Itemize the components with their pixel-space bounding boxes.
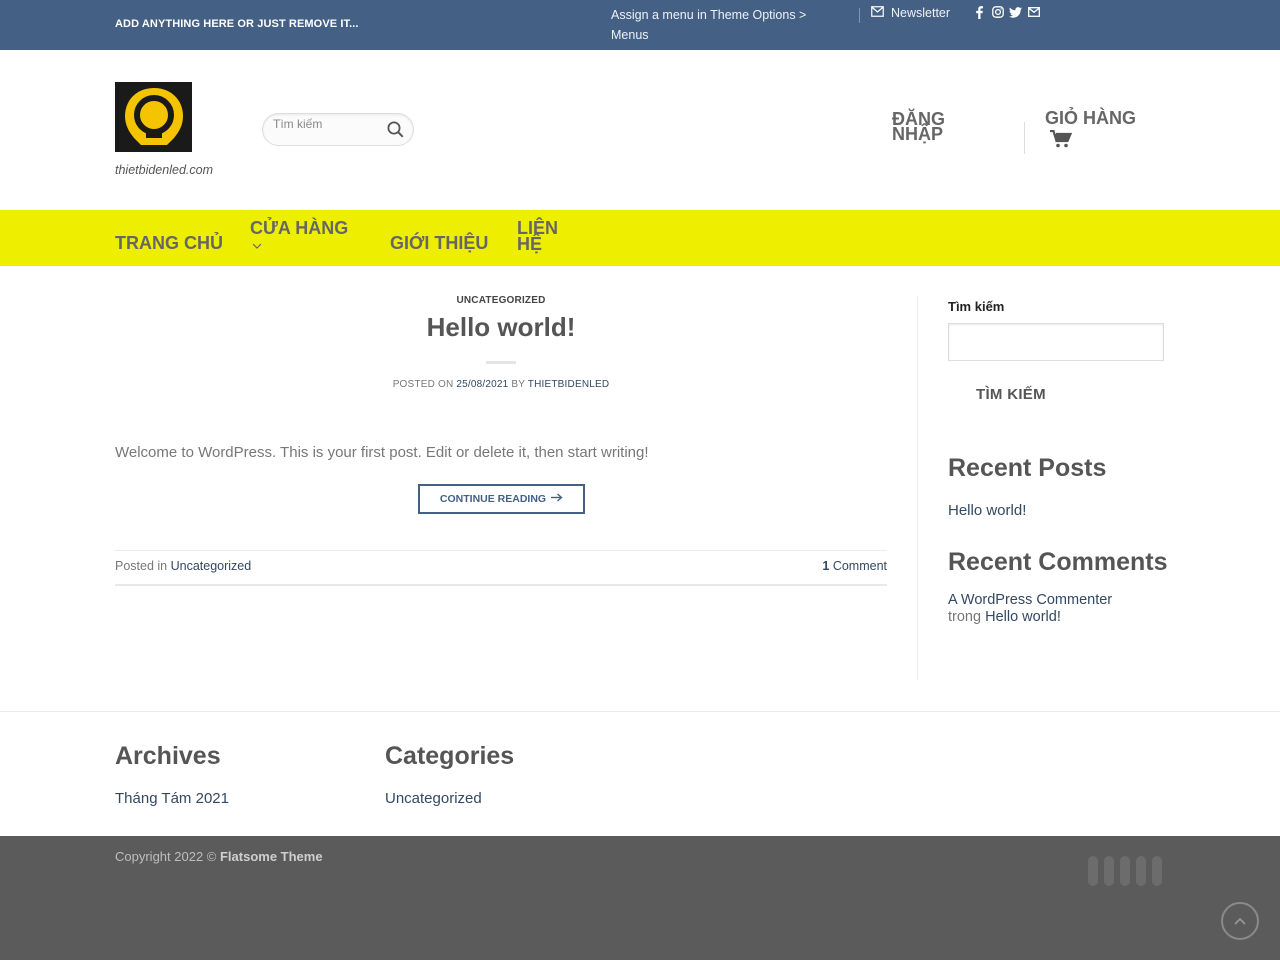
recent-comment-item: A WordPress Commenter trong Hello world! [948,592,1112,626]
by-label: BY [511,379,525,390]
main-nav: TRANG CHỦ CỬA HÀNG GIỚI THIỆU LIÊN HỆ [0,210,1280,266]
comment-post-link[interactable]: Hello world! [985,609,1061,625]
recent-post-link[interactable]: Hello world! [948,502,1026,519]
posted-on-label: POSTED ON [392,379,454,390]
copyright-prefix: Copyright 2022 © [115,849,217,864]
mail-icon[interactable] [1027,5,1040,19]
continue-reading-label: CONTINUE READING [439,493,547,505]
nav-item-about[interactable]: GIỚI THIỆU [390,234,488,252]
assign-menu-link[interactable]: Assign a menu in Theme Options > Menus [611,5,841,45]
site-header: thietbidenled.com ĐĂNG NHẬP GIỎ HÀNG [0,50,1280,210]
posted-in: Posted in Uncategorized [115,559,251,573]
footer-divider [0,711,1280,712]
sidebar-search-button[interactable]: TÌM KIẾM [976,386,1046,403]
payment-icon [1104,856,1114,886]
comment-label: Comment [832,559,887,573]
post-title[interactable]: Hello world! [0,312,1002,343]
post-footer-divider [115,550,887,551]
chevron-up-icon [1234,912,1246,930]
newsletter-label: Newsletter [891,6,951,20]
categories-link[interactable]: Uncategorized [385,790,482,807]
site-name[interactable]: thietbidenled.com [115,163,213,177]
facebook-icon[interactable] [973,5,986,19]
comment-connector: trong [948,609,982,625]
post-category[interactable]: UNCATEGORIZED [0,295,1002,306]
top-bar-divider [859,8,860,23]
posted-in-category-link[interactable]: Uncategorized [171,559,252,573]
newsletter-link[interactable]: Newsletter [871,6,950,20]
chevron-down-icon[interactable] [252,240,262,252]
header-divider [1024,122,1025,154]
copyright: Copyright 2022 © Flatsome Theme [115,849,323,864]
nav-item-contact[interactable]: LIÊN HỆ [517,219,562,253]
envelope-icon [871,6,884,20]
back-to-top-button[interactable] [1221,902,1259,940]
absolute-footer: Copyright 2022 © Flatsome Theme [0,836,1280,960]
payment-icon [1152,856,1162,886]
twitter-icon[interactable] [1009,5,1022,19]
post-author-link[interactable]: THIETBIDENLED [528,379,610,390]
categories-heading: Categories [385,742,515,770]
nav-item-shop[interactable]: CỬA HÀNG [250,219,348,237]
payment-icon [1120,856,1130,886]
top-bar-promo-text: ADD ANYTHING HERE OR JUST REMOVE IT... [115,18,359,30]
recent-posts-heading: Recent Posts [948,454,1107,482]
archives-link[interactable]: Tháng Tám 2021 [115,790,229,807]
recent-comments-heading: Recent Comments [948,548,1168,576]
continue-reading-button[interactable]: CONTINUE READING [418,484,585,514]
payment-icons [1088,856,1162,886]
post-meta: POSTED ON 25/08/2021 BY THIETBIDENLED [0,379,1002,390]
post-footer-divider-bottom [115,584,887,586]
instagram-icon[interactable] [991,5,1004,19]
sidebar-search-label: Tìm kiếm [948,299,1005,314]
payment-icon [1136,856,1146,886]
title-divider [486,361,516,364]
nav-item-home[interactable]: TRANG CHỦ [115,234,223,252]
search-icon[interactable] [387,121,404,143]
cart-icon[interactable] [1050,129,1073,153]
header-search-input[interactable] [273,117,378,131]
login-link[interactable]: ĐĂNG NHẬP [892,110,982,143]
posted-in-label: Posted in [115,559,168,573]
archives-heading: Archives [115,742,221,770]
site-logo[interactable] [115,82,192,152]
payment-icon [1088,856,1098,886]
header-search [262,113,414,146]
comment-author-link[interactable]: A WordPress Commenter [948,592,1112,608]
arrow-right-icon [551,493,563,505]
cart-link[interactable]: GIỎ HÀNG [1045,108,1136,129]
sidebar-search-input[interactable] [948,323,1164,361]
sidebar-divider [917,296,918,680]
theme-name: Flatsome Theme [219,849,323,864]
comments-link[interactable]: 1 Comment [822,559,887,573]
comment-count: 1 [822,559,830,573]
social-icons [973,5,1040,19]
post-date-link[interactable]: 25/08/2021 [456,379,508,390]
top-bar: ADD ANYTHING HERE OR JUST REMOVE IT... A… [0,0,1280,50]
logo-lamp-icon [124,88,183,145]
post-excerpt: Welcome to WordPress. This is your first… [115,444,649,461]
